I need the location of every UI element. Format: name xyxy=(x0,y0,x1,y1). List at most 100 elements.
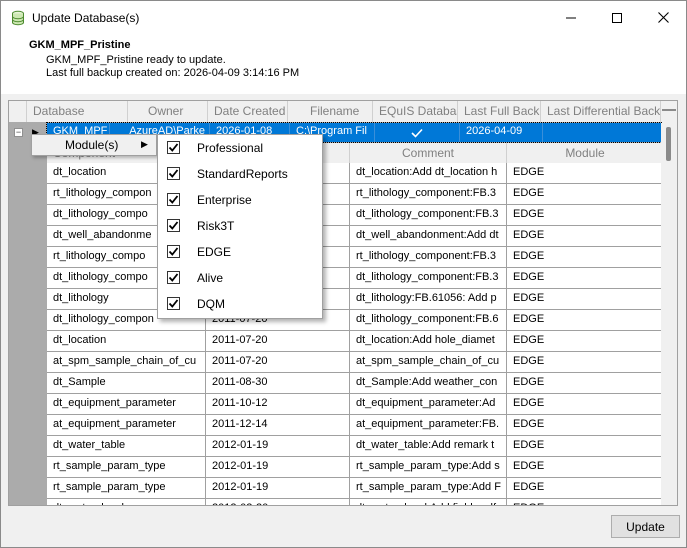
cell-module[interactable]: EDGE xyxy=(507,457,664,478)
table-row[interactable]: rt_lithology_compon rt_lithology_componen… xyxy=(47,184,664,205)
col-header-equis-database[interactable]: EQuIS Databas xyxy=(373,101,458,122)
cell-comment[interactable]: dt_lithology:FB.61056: Add p xyxy=(350,289,507,310)
menu-item-module[interactable]: Enterprise xyxy=(158,187,322,213)
menu-item-module[interactable]: StandardReports xyxy=(158,161,322,187)
cell-date[interactable]: 2011-07-20 xyxy=(206,352,350,373)
checkbox[interactable] xyxy=(167,245,180,258)
col-header-owner[interactable]: Owner xyxy=(128,101,208,122)
vertical-scrollbar[interactable] xyxy=(661,123,677,505)
cell-comment[interactable]: rt_lithology_component:FB.3 xyxy=(350,184,507,205)
table-row[interactable]: dt_water_level2012-02-20dt_water_level:A… xyxy=(47,499,664,505)
table-row[interactable]: rt_lithology_compo rt_lithology_component… xyxy=(47,247,664,268)
table-row[interactable]: at_equipment_parameter 2011-12-14 at_equip… xyxy=(47,415,664,436)
cell-component[interactable]: dt_water_table xyxy=(47,436,206,457)
col-header-date-created[interactable]: Date Created xyxy=(208,101,288,122)
cell-module[interactable]: EDGE xyxy=(507,268,664,289)
cell-module[interactable]: EDGE xyxy=(507,415,664,436)
table-row[interactable]: dt_equipment_parameter 2011-10-12 dt_equip… xyxy=(47,394,664,415)
cell-module[interactable]: EDGE xyxy=(507,247,664,268)
cell-date[interactable]: 2011-07-20 xyxy=(206,331,350,352)
cell-comment[interactable]: rt_sample_param_type:Add s xyxy=(350,457,507,478)
table-row[interactable]: rt_sample_param_type 2012-01-19 rt_sample_… xyxy=(47,457,664,478)
cell-module[interactable]: EDGE xyxy=(507,289,664,310)
menu-item-module[interactable]: Alive xyxy=(158,265,322,291)
minimize-button[interactable] xyxy=(548,1,594,34)
table-row[interactable]: rt_sample_param_type 2012-01-19 rt_sample_… xyxy=(47,478,664,499)
cell-date[interactable]: 2012-02-20 xyxy=(206,499,350,505)
table-row[interactable]: at_spm_sample_chain_of_cu 2011-07-20 at_sp… xyxy=(47,352,664,373)
cell-component[interactable]: rt_sample_param_type xyxy=(47,457,206,478)
cell-last-differential-backup[interactable] xyxy=(543,123,661,142)
menu-item-module[interactable]: Professional xyxy=(158,135,322,161)
cell-date[interactable]: 2011-08-30 xyxy=(206,373,350,394)
cell-last-full-backup[interactable]: 2026-04-09 xyxy=(460,123,543,142)
cell-module[interactable]: EDGE xyxy=(507,436,664,457)
cell-module[interactable]: EDGE xyxy=(507,163,664,184)
checkbox[interactable] xyxy=(167,193,180,206)
checkbox[interactable] xyxy=(167,271,180,284)
cell-component[interactable]: dt_location xyxy=(47,331,206,352)
menu-item-modules[interactable]: Module(s) xyxy=(65,138,118,152)
cell-module[interactable]: EDGE xyxy=(507,478,664,499)
cell-module[interactable]: EDGE xyxy=(507,373,664,394)
close-button[interactable] xyxy=(640,1,686,34)
cell-comment[interactable]: dt_equipment_parameter:Ad xyxy=(350,394,507,415)
maximize-button[interactable] xyxy=(594,1,640,34)
cell-component[interactable]: dt_water_level xyxy=(47,499,206,505)
cell-comment[interactable]: dt_water_table:Add remark t xyxy=(350,436,507,457)
menu-item-module[interactable]: DQM xyxy=(158,291,322,317)
cell-module[interactable]: EDGE xyxy=(507,310,664,331)
col-header-comment[interactable]: Comment xyxy=(350,143,507,163)
cell-comment[interactable]: at_spm_sample_chain_of_cu xyxy=(350,352,507,373)
cell-comment[interactable]: dt_lithology_component:FB.3 xyxy=(350,205,507,226)
table-row[interactable]: dt_Sample 2011-08-30 dt_Sample:Add weather… xyxy=(47,373,664,394)
cell-date[interactable]: 2011-12-14 xyxy=(206,415,350,436)
checkbox[interactable] xyxy=(167,141,180,154)
cell-comment[interactable]: dt_lithology_component:FB.3 xyxy=(350,268,507,289)
menu-item-module[interactable]: EDGE xyxy=(158,239,322,265)
col-header-module[interactable]: Module xyxy=(507,143,664,163)
cell-module[interactable]: EDGE xyxy=(507,205,664,226)
cell-comment[interactable]: dt_water_level:Add field_valf xyxy=(350,499,507,505)
cell-comment[interactable]: dt_lithology_component:FB.6 xyxy=(350,310,507,331)
checkbox[interactable] xyxy=(167,167,180,180)
col-header-last-full-backup[interactable]: Last Full Backu xyxy=(458,101,541,122)
col-header-database[interactable]: Database xyxy=(27,101,128,122)
cell-comment[interactable]: at_equipment_parameter:FB. xyxy=(350,415,507,436)
col-header-last-differential-backup[interactable]: Last Differential Back xyxy=(541,101,661,122)
cell-date[interactable]: 2012-01-19 xyxy=(206,457,350,478)
checkbox[interactable] xyxy=(167,297,180,310)
cell-comment[interactable]: dt_location:Add dt_location h xyxy=(350,163,507,184)
cell-component[interactable]: at_equipment_parameter xyxy=(47,415,206,436)
collapse-icon[interactable]: − xyxy=(14,128,23,137)
cell-component[interactable]: dt_Sample xyxy=(47,373,206,394)
cell-date[interactable]: 2011-10-12 xyxy=(206,394,350,415)
cell-module[interactable]: EDGE xyxy=(507,331,664,352)
table-row[interactable]: dt_well_abandonme dt_well_abandonment:Add… xyxy=(47,226,664,247)
table-row[interactable]: dt_water_table 2012-01-19 dt_water_table:A… xyxy=(47,436,664,457)
cell-module[interactable]: EDGE xyxy=(507,394,664,415)
cell-date[interactable]: 2012-01-19 xyxy=(206,478,350,499)
table-row[interactable]: dt_lithology dt_lithology:FB.61056: Add p… xyxy=(47,289,664,310)
table-row[interactable]: dt_lithology_compo dt_lithology_component… xyxy=(47,205,664,226)
cell-date[interactable]: 2012-01-19 xyxy=(206,436,350,457)
checkbox[interactable] xyxy=(167,219,180,232)
cell-component[interactable]: dt_equipment_parameter xyxy=(47,394,206,415)
cell-comment[interactable]: rt_sample_param_type:Add F xyxy=(350,478,507,499)
table-row[interactable]: dt_location 2011-07-20 dt_location:Add hol… xyxy=(47,331,664,352)
update-button[interactable]: Update xyxy=(611,515,680,538)
menu-item-module[interactable]: Risk3T xyxy=(158,213,322,239)
cell-comment[interactable]: dt_location:Add hole_diamet xyxy=(350,331,507,352)
table-row[interactable]: dt_lithology_compon 2011-07-20 dt_litholog… xyxy=(47,310,664,331)
cell-comment[interactable]: dt_Sample:Add weather_con xyxy=(350,373,507,394)
col-header-filename[interactable]: Filename xyxy=(288,101,373,122)
cell-component[interactable]: rt_sample_param_type xyxy=(47,478,206,499)
table-row[interactable]: dt_lithology_compo dt_lithology_component… xyxy=(47,268,664,289)
cell-module[interactable]: EDGE xyxy=(507,184,664,205)
cell-module[interactable]: EDGE xyxy=(507,226,664,247)
cell-module[interactable]: EDGE xyxy=(507,499,664,505)
scrollbar-thumb[interactable] xyxy=(666,127,671,161)
cell-comment[interactable]: dt_well_abandonment:Add dt xyxy=(350,226,507,247)
cell-module[interactable]: EDGE xyxy=(507,352,664,373)
cell-component[interactable]: at_spm_sample_chain_of_cu xyxy=(47,352,206,373)
